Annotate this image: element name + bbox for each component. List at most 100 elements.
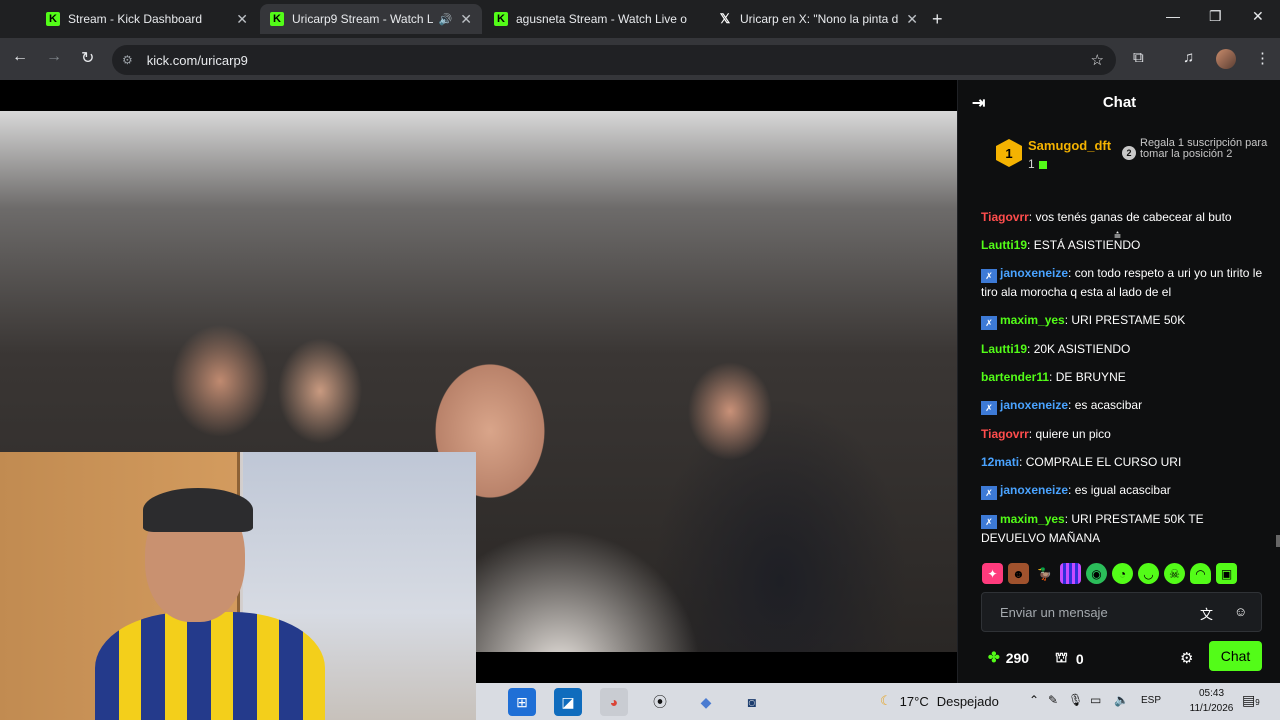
tab-agusneta-stream[interactable]: K agusneta Stream - Watch Live o [484, 4, 706, 34]
browser-tab-bar: K Stream - Kick Dashboard ✕ K Uricarp9 S… [0, 0, 1280, 38]
drops-counter[interactable]: ⛫ 0 [1055, 649, 1084, 668]
chat-text: ESTÁ ASISTIENDO [1033, 238, 1141, 252]
leaderboard-username[interactable]: Samugod_dft [1028, 138, 1111, 153]
dance-emote[interactable]: ✦ [982, 563, 1003, 584]
back-button[interactable]: ← [12, 48, 28, 66]
forward-button[interactable]: → [46, 48, 62, 66]
chrome-icon[interactable]: ◕ [600, 688, 628, 716]
bookmark-star-icon[interactable]: ☆ [1091, 51, 1104, 69]
volume-icon[interactable]: 🔈 [1114, 693, 1129, 707]
menu-icon[interactable]: ⋮ [1255, 49, 1270, 67]
store-icon[interactable]: ⊞ [508, 688, 536, 716]
quick-emotes: ✦ ☻ 🦆 ◉ ◔ ◡ ☠ ◠ ▣ [982, 563, 1272, 587]
tab-uricarp9-stream[interactable]: K Uricarp9 Stream - Watch Live 🔊 ✕ [260, 4, 482, 34]
chat-message-input[interactable] [1000, 604, 1200, 620]
chat-username[interactable]: 12mati [981, 455, 1019, 469]
robot-emote[interactable]: ▣ [1216, 563, 1237, 584]
extensions-icon[interactable]: ⧉ [1133, 49, 1144, 66]
weather-text: Despejado [936, 693, 999, 709]
close-icon[interactable]: ✕ [906, 11, 918, 28]
profile-avatar[interactable] [1216, 49, 1236, 69]
chat-scrollbar[interactable] [1276, 535, 1280, 547]
streamer-cap [143, 488, 253, 532]
chat-input-box[interactable]: 文 ☺ [981, 592, 1262, 632]
subscriber-badge-icon: ✗ [981, 401, 997, 415]
frog-emote[interactable]: ◡ [1138, 563, 1159, 584]
outlook-icon[interactable]: ◪ [554, 688, 582, 716]
weather-temp: 17°C [899, 693, 929, 709]
system-clock[interactable]: 05:43 11/1/2026 [1184, 686, 1239, 716]
tab-title: Uricarp9 Stream - Watch Live [292, 12, 433, 26]
chat-username[interactable]: maxim_yes [1000, 313, 1065, 327]
leaderboard-description: Regala 1 suscripción para tomar la posic… [1140, 137, 1268, 160]
chat-header: ⇥ Chat [958, 80, 1280, 124]
pen-icon[interactable]: ✎ [1048, 693, 1058, 707]
send-chat-button[interactable]: Chat [1209, 641, 1262, 671]
chat-text: 20K ASISTIENDO [1033, 342, 1131, 356]
globe-emote[interactable]: ◉ [1086, 563, 1107, 584]
chat-separator: : [1027, 342, 1034, 356]
app-diamond-icon[interactable]: ◆ [692, 688, 720, 716]
reload-button[interactable]: ↻ [81, 48, 94, 68]
tab-x-post[interactable]: 𝕏 Uricarp en X: "Nono la pinta de ✕ [708, 4, 928, 34]
alien-emote[interactable]: ◔ [1112, 563, 1133, 584]
chat-username[interactable]: Lautti19 [981, 342, 1027, 356]
notification-icon[interactable]: ▤9 [1242, 692, 1260, 709]
weather-widget[interactable]: ☾ 17°C Despejado [880, 693, 999, 709]
tray-chevron-icon[interactable]: ⌃ [1029, 693, 1039, 707]
obs-icon[interactable]: ⦿ [646, 688, 674, 716]
collapse-chat-icon[interactable]: ⇥ [972, 93, 985, 113]
chat-separator: : [1019, 455, 1026, 469]
restore-button[interactable]: ❐ [1209, 8, 1222, 25]
channel-points[interactable]: ✤ 290 [988, 649, 1029, 666]
address-bar[interactable]: ⚙ kick.com/uricarp9 ☆ [112, 45, 1116, 75]
chat-text: vos tenés ganas de cabecear al buto [1035, 210, 1232, 224]
translate-icon[interactable]: 文 [1200, 604, 1213, 623]
ghost-emote[interactable]: ◠ [1190, 563, 1211, 584]
media-control-icon[interactable]: ♫ [1183, 49, 1194, 66]
url-text[interactable]: kick.com/uricarp9 [147, 53, 248, 68]
tab-title: Stream - Kick Dashboard [68, 12, 203, 26]
next-position-badge: 2 [1122, 146, 1136, 160]
chat-message: ✗ janoxeneize: con todo respeto a uri yo … [958, 264, 1268, 301]
face-emote[interactable]: ☻ [1008, 563, 1029, 584]
speaker-icon[interactable]: 🔊 [439, 13, 453, 26]
app-badge-icon[interactable]: ◙ [738, 688, 766, 716]
tab-kick-dashboard[interactable]: K Stream - Kick Dashboard ✕ [36, 4, 258, 34]
emoji-icon[interactable]: ☺ [1234, 604, 1247, 619]
chat-separator: : [1049, 370, 1056, 384]
close-icon[interactable]: ✕ [460, 11, 472, 28]
mic-icon[interactable]: 🎙 [1068, 693, 1083, 707]
moon-icon: ☾ [880, 693, 892, 708]
chat-username[interactable]: janoxeneize [1000, 483, 1068, 497]
chat-message: Tiagovrr: vos tenés ganas de cabecear al… [958, 208, 1268, 226]
chat-username[interactable]: Lautti19 [981, 238, 1027, 252]
network-icon[interactable]: ▭ [1090, 693, 1101, 707]
chat-text: quiere un pico [1035, 427, 1111, 441]
new-tab-button[interactable]: + [932, 9, 943, 30]
chat-settings-icon[interactable]: ⚙ [1180, 649, 1193, 667]
chat-username[interactable]: maxim_yes [1000, 512, 1065, 526]
chat-username[interactable]: Tiagovrr [981, 427, 1029, 441]
skull-emote[interactable]: ☠ [1164, 563, 1185, 584]
chat-username[interactable]: janoxeneize [1000, 266, 1068, 280]
leaderboard-count: 1 [1028, 157, 1047, 171]
notification-count: 9 [1255, 698, 1260, 707]
close-window-button[interactable]: ✕ [1252, 8, 1264, 25]
gift-icon [1038, 160, 1047, 169]
close-icon[interactable]: ✕ [236, 11, 248, 28]
clock-date: 11/1/2026 [1189, 703, 1234, 714]
subscriber-badge-icon: ✗ [981, 515, 997, 529]
chat-username[interactable]: janoxeneize [1000, 398, 1068, 412]
duck-emote[interactable]: 🦆 [1034, 563, 1055, 584]
chat-username[interactable]: bartender11 [981, 370, 1049, 384]
minimize-button[interactable]: — [1166, 8, 1180, 24]
pixel-emote[interactable] [1060, 563, 1081, 584]
language-indicator[interactable]: ESP [1141, 695, 1161, 706]
subscriber-badge-icon: ✗ [981, 486, 997, 500]
chat-message: ✗ maxim_yes: URI PRESTAME 50K [958, 311, 1268, 330]
streamer-shirt [95, 612, 325, 720]
windows-taskbar: ⊞ ◪ ◕ ⦿ ◆ ◙ ☾ 17°C Despejado ⌃ ✎ 🎙 ▭ 🔈 E… [476, 683, 1280, 720]
chat-username[interactable]: Tiagovrr [981, 210, 1029, 224]
site-settings-icon[interactable]: ⚙ [122, 53, 133, 67]
